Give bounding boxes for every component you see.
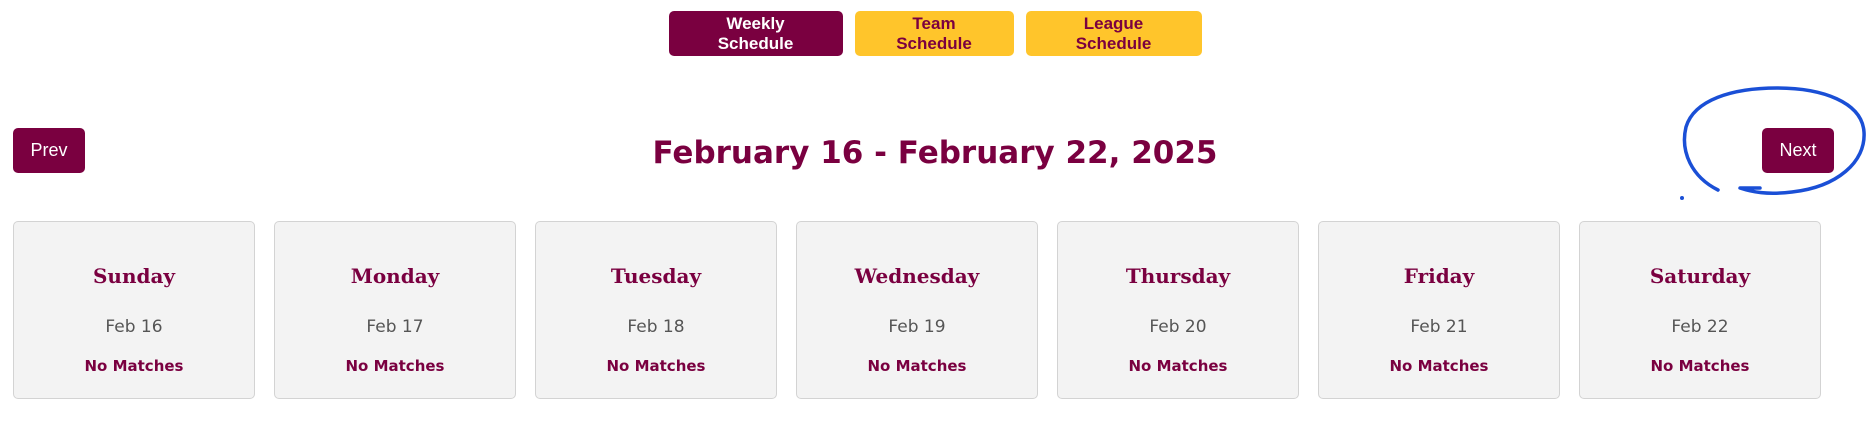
- tab-team-schedule[interactable]: Team Schedule: [854, 11, 1014, 56]
- day-name: Wednesday: [854, 264, 980, 288]
- day-card-sunday[interactable]: Sunday Feb 16 No Matches: [13, 221, 255, 399]
- day-card-wednesday[interactable]: Wednesday Feb 19 No Matches: [796, 221, 1038, 399]
- day-card-tuesday[interactable]: Tuesday Feb 18 No Matches: [535, 221, 777, 399]
- day-date: Feb 22: [1671, 317, 1729, 337]
- day-name: Friday: [1403, 264, 1475, 288]
- week-title: February 16 - February 22, 2025: [652, 135, 1218, 171]
- tab-league-schedule[interactable]: League Schedule: [1025, 11, 1202, 56]
- day-name: Saturday: [1649, 264, 1751, 288]
- day-status: No Matches: [84, 357, 184, 375]
- day-status: No Matches: [867, 357, 967, 375]
- day-name: Monday: [350, 264, 440, 288]
- day-status: No Matches: [1128, 357, 1228, 375]
- day-status: No Matches: [1389, 357, 1489, 375]
- week-days-grid: Sunday Feb 16 No Matches Monday Feb 17 N…: [13, 221, 1821, 399]
- schedule-tabs: Weekly Schedule Team Schedule League Sch…: [0, 11, 1870, 56]
- day-name: Tuesday: [610, 264, 702, 288]
- day-card-thursday[interactable]: Thursday Feb 20 No Matches: [1057, 221, 1299, 399]
- day-name: Sunday: [92, 264, 176, 288]
- day-status: No Matches: [606, 357, 706, 375]
- day-date: Feb 16: [105, 317, 163, 337]
- day-card-saturday[interactable]: Saturday Feb 22 No Matches: [1579, 221, 1821, 399]
- day-date: Feb 19: [888, 317, 946, 337]
- day-card-monday[interactable]: Monday Feb 17 No Matches: [274, 221, 516, 399]
- next-week-button[interactable]: Next: [1762, 128, 1834, 173]
- day-name: Thursday: [1125, 264, 1231, 288]
- day-date: Feb 21: [1410, 317, 1468, 337]
- tab-weekly-schedule[interactable]: Weekly Schedule: [668, 11, 843, 56]
- day-status: No Matches: [345, 357, 445, 375]
- day-status: No Matches: [1650, 357, 1750, 375]
- day-date: Feb 20: [1149, 317, 1207, 337]
- day-date: Feb 17: [366, 317, 424, 337]
- day-card-friday[interactable]: Friday Feb 21 No Matches: [1318, 221, 1560, 399]
- day-date: Feb 18: [627, 317, 685, 337]
